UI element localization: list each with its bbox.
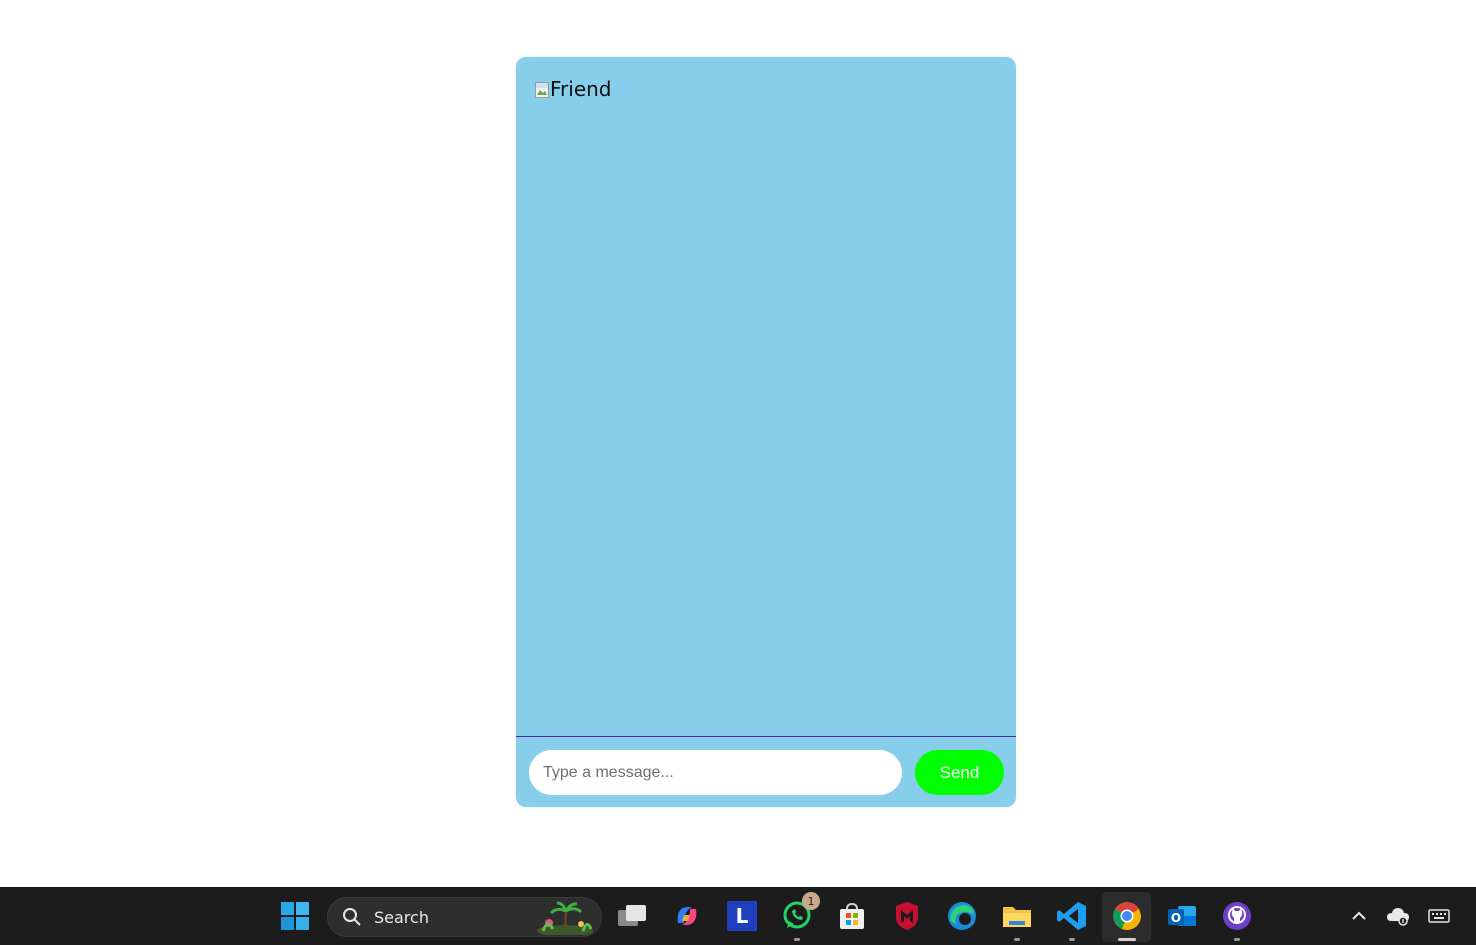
chrome-button[interactable] <box>1110 899 1144 941</box>
copilot-icon <box>677 907 697 925</box>
active-indicator <box>1118 938 1136 941</box>
edge-button[interactable] <box>945 899 979 933</box>
mcafee-icon <box>896 902 918 930</box>
message-input-row: Send <box>516 737 1016 807</box>
show-hidden-icons-button[interactable] <box>1347 904 1371 928</box>
edge-icon <box>948 902 976 930</box>
store-icon <box>840 902 864 929</box>
message-input[interactable] <box>529 750 902 795</box>
github-icon <box>1223 902 1251 930</box>
search-icon <box>343 908 361 926</box>
taskbar: Search L 1 O <box>0 887 1476 945</box>
broken-image-icon <box>535 82 549 98</box>
whatsapp-button[interactable]: 1 <box>780 892 820 941</box>
whatsapp-badge: 1 <box>802 892 820 910</box>
running-indicator <box>1069 938 1075 941</box>
github-desktop-button[interactable] <box>1220 899 1254 941</box>
task-view-button[interactable] <box>615 899 649 933</box>
taskbar-search[interactable]: Search <box>327 897 602 937</box>
outlook-button[interactable]: O <box>1165 899 1199 933</box>
store-button[interactable] <box>835 899 869 933</box>
start-button[interactable] <box>278 899 312 933</box>
file-explorer-button[interactable] <box>1000 899 1034 941</box>
outlook-letter: O <box>1171 911 1181 925</box>
l-app-icon: L <box>727 901 757 931</box>
running-indicator <box>794 938 800 941</box>
copilot-button[interactable] <box>670 899 704 933</box>
folder-icon <box>1003 907 1031 927</box>
search-label: Search <box>374 908 429 927</box>
l-app-button[interactable]: L <box>725 899 759 933</box>
send-button[interactable]: Send <box>915 750 1004 795</box>
running-indicator <box>1014 938 1020 941</box>
palm-trees-icon <box>537 901 593 935</box>
friend-image-alt: Friend <box>550 77 612 101</box>
chevron-up-icon <box>1352 911 1366 920</box>
task-view-icon <box>618 905 646 926</box>
onedrive-button[interactable] <box>1386 904 1410 928</box>
running-indicator <box>1234 938 1240 941</box>
chat-window: Friend Send <box>516 57 1016 807</box>
friend-avatar: Friend <box>535 77 612 101</box>
chrome-icon <box>1113 902 1141 930</box>
l-app-letter: L <box>735 904 749 928</box>
mcafee-button[interactable] <box>890 899 924 933</box>
vscode-button[interactable] <box>1055 899 1089 941</box>
keyboard-icon <box>1428 909 1450 923</box>
keyboard-button[interactable] <box>1427 904 1451 928</box>
chat-header: Friend <box>535 77 612 101</box>
outlook-icon: O <box>1168 906 1196 926</box>
messages-area <box>516 117 1016 735</box>
vscode-icon <box>1057 902 1086 930</box>
cloud-icon <box>1387 908 1409 926</box>
windows-logo-icon <box>281 902 309 930</box>
